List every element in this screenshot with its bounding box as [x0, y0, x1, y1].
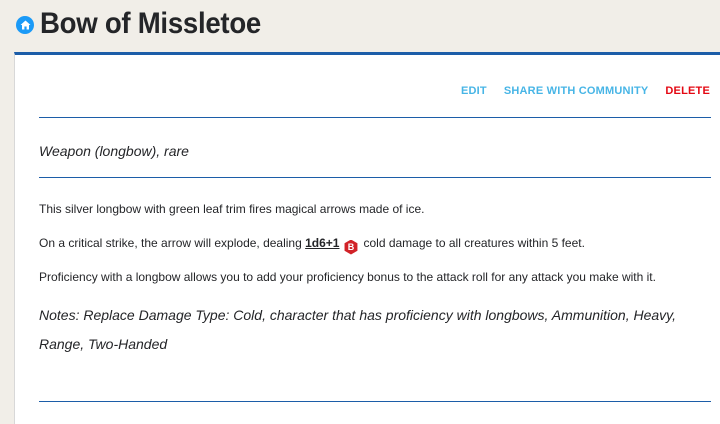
item-actions: EDIT SHARE WITH COMMUNITY DELETE: [461, 85, 710, 97]
share-with-community-button[interactable]: SHARE WITH COMMUNITY: [504, 85, 649, 97]
description-paragraph: This silver longbow with green leaf trim…: [39, 202, 425, 216]
description-paragraph: Proficiency with a longbow allows you to…: [39, 270, 656, 284]
house-icon: [20, 20, 30, 30]
description-text: On a critical strike, the arrow will exp…: [39, 236, 302, 250]
divider: [39, 401, 711, 402]
item-notes: Notes: Replace Damage Type: Cold, charac…: [39, 307, 677, 352]
delete-button[interactable]: DELETE: [665, 85, 710, 97]
description-paragraph: On a critical strike, the arrow will exp…: [39, 236, 585, 255]
divider: [39, 117, 711, 118]
edit-button[interactable]: EDIT: [461, 85, 487, 97]
page-title: Bow of Missletoe: [40, 7, 262, 40]
description-text: cold damage to all creatures within 5 fe…: [363, 236, 585, 250]
dice-roll-icon[interactable]: B: [344, 239, 358, 255]
divider: [39, 177, 711, 178]
dice-roll-link[interactable]: 1d6+1: [305, 236, 339, 250]
item-type-rarity: Weapon (longbow), rare: [39, 143, 189, 159]
home-icon[interactable]: [16, 16, 34, 34]
page-header: Bow of Missletoe: [0, 0, 720, 54]
item-detail-card: EDIT SHARE WITH COMMUNITY DELETE Weapon …: [14, 52, 720, 424]
